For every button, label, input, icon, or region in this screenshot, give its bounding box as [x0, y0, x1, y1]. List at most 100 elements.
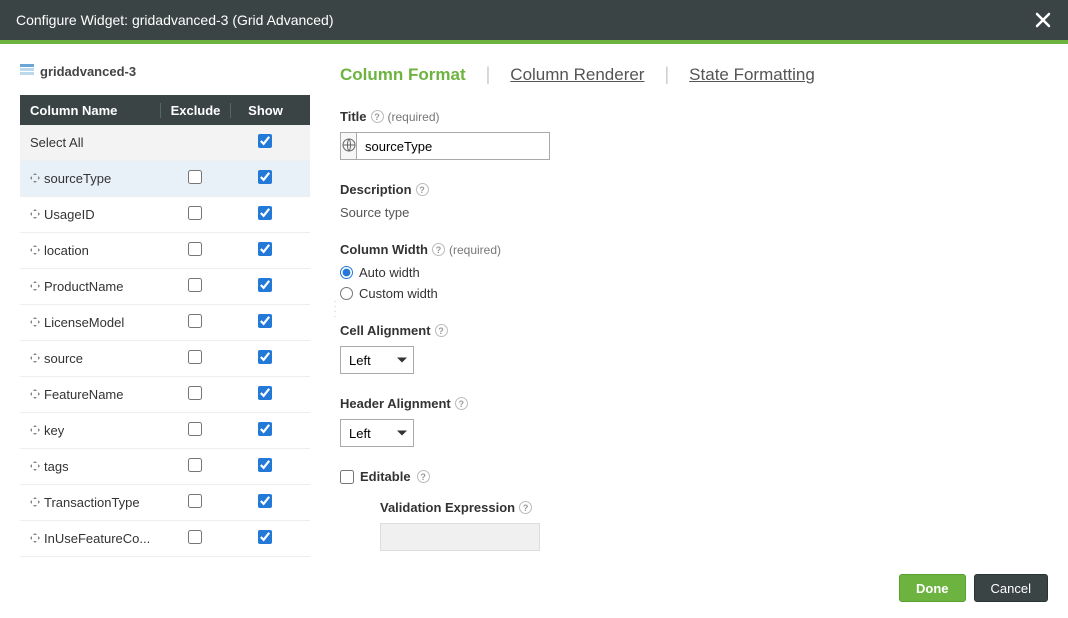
title-input[interactable]	[356, 132, 550, 160]
table-row[interactable]: source	[20, 341, 310, 377]
show-checkbox[interactable]	[258, 350, 272, 364]
help-icon[interactable]: ?	[455, 397, 468, 410]
show-checkbox[interactable]	[258, 206, 272, 220]
cancel-button[interactable]: Cancel	[974, 574, 1048, 602]
columns-header: Column Name Exclude Show	[20, 95, 310, 125]
exclude-checkbox[interactable]	[188, 206, 202, 220]
close-icon[interactable]	[1034, 11, 1052, 29]
column-name-text: ProductName	[44, 279, 123, 294]
help-icon[interactable]: ?	[417, 470, 430, 483]
radio-custom-width[interactable]: Custom width	[340, 286, 1030, 301]
show-checkbox[interactable]	[258, 458, 272, 472]
table-row[interactable]: ProductName	[20, 269, 310, 305]
exclude-checkbox[interactable]	[188, 458, 202, 472]
exclude-checkbox[interactable]	[188, 386, 202, 400]
field-cell-alignment: Cell Alignment ?	[340, 323, 1030, 374]
move-icon[interactable]	[30, 531, 40, 546]
format-pane: Column Format | Column Renderer | State …	[340, 64, 1048, 554]
column-name-text: InUseFeatureCo...	[44, 531, 150, 546]
exclude-checkbox[interactable]	[188, 494, 202, 508]
tab-separator: |	[664, 64, 669, 85]
widget-name-text: gridadvanced-3	[40, 64, 136, 79]
show-checkbox[interactable]	[258, 278, 272, 292]
exclude-checkbox[interactable]	[188, 242, 202, 256]
description-label: Description	[340, 182, 412, 197]
columns-table: Column Name Exclude Show Select All sourc…	[20, 95, 310, 557]
column-width-label: Column Width	[340, 242, 428, 257]
cell-alignment-label: Cell Alignment	[340, 323, 431, 338]
columns-body[interactable]: Select All sourceTypeUsageIDlocation Produ…	[20, 125, 310, 557]
move-icon[interactable]	[30, 315, 40, 330]
select-all-show-checkbox[interactable]	[258, 134, 272, 148]
tab-column-format[interactable]: Column Format	[340, 65, 466, 85]
move-icon[interactable]	[30, 279, 40, 294]
row-select-all[interactable]: Select All	[20, 125, 310, 161]
select-all-label: Select All	[30, 135, 83, 150]
move-icon[interactable]	[30, 207, 40, 222]
cell-alignment-select[interactable]	[340, 346, 414, 374]
help-icon[interactable]: ?	[519, 501, 532, 514]
show-checkbox[interactable]	[258, 422, 272, 436]
move-icon[interactable]	[30, 459, 40, 474]
radio-auto-width-label: Auto width	[359, 265, 420, 280]
table-row[interactable]: sourceType	[20, 161, 310, 197]
move-icon[interactable]	[30, 495, 40, 510]
form-scroll[interactable]: Title ? (required)	[340, 109, 1048, 554]
table-row[interactable]: location	[20, 233, 310, 269]
show-checkbox[interactable]	[258, 314, 272, 328]
tab-column-renderer[interactable]: Column Renderer	[510, 65, 644, 85]
field-header-alignment: Header Alignment ?	[340, 396, 1030, 447]
show-checkbox[interactable]	[258, 494, 272, 508]
exclude-checkbox[interactable]	[188, 278, 202, 292]
help-icon[interactable]: ?	[435, 324, 448, 337]
exclude-checkbox[interactable]	[188, 314, 202, 328]
radio-auto-width-input[interactable]	[340, 266, 353, 279]
table-row[interactable]: InUseFeatureCo...	[20, 521, 310, 557]
editable-checkbox[interactable]	[340, 470, 354, 484]
editable-label: Editable	[360, 469, 411, 484]
help-icon[interactable]: ?	[371, 110, 384, 123]
pane-splitter[interactable]: ····	[330, 64, 340, 554]
header-column-name[interactable]: Column Name	[20, 103, 160, 118]
localize-button[interactable]	[340, 132, 356, 160]
move-icon[interactable]	[30, 171, 40, 186]
dialog-body: gridadvanced-3 Column Name Exclude Show …	[0, 44, 1068, 564]
exclude-checkbox[interactable]	[188, 170, 202, 184]
field-title: Title ? (required)	[340, 109, 1030, 160]
tab-state-formatting[interactable]: State Formatting	[689, 65, 815, 85]
move-icon[interactable]	[30, 423, 40, 438]
exclude-checkbox[interactable]	[188, 350, 202, 364]
radio-auto-width[interactable]: Auto width	[340, 265, 1030, 280]
show-checkbox[interactable]	[258, 530, 272, 544]
editable-checkbox-row[interactable]: Editable ?	[340, 469, 1030, 484]
move-icon[interactable]	[30, 243, 40, 258]
show-checkbox[interactable]	[258, 170, 272, 184]
table-row[interactable]: FeatureName	[20, 377, 310, 413]
validation-expression-input	[380, 523, 540, 551]
header-alignment-label: Header Alignment	[340, 396, 451, 411]
table-row[interactable]: UsageID	[20, 197, 310, 233]
required-label: (required)	[388, 110, 440, 124]
table-row[interactable]: TransactionType	[20, 485, 310, 521]
table-row[interactable]: key	[20, 413, 310, 449]
move-icon[interactable]	[30, 387, 40, 402]
move-icon[interactable]	[30, 351, 40, 366]
column-name-text: LicenseModel	[44, 315, 124, 330]
dialog-title: Configure Widget: gridadvanced-3 (Grid A…	[16, 12, 334, 28]
help-icon[interactable]: ?	[416, 183, 429, 196]
help-icon[interactable]: ?	[432, 243, 445, 256]
header-alignment-select[interactable]	[340, 419, 414, 447]
table-row[interactable]: LicenseModel	[20, 305, 310, 341]
exclude-checkbox[interactable]	[188, 530, 202, 544]
column-name-text: FeatureName	[44, 387, 123, 402]
done-button[interactable]: Done	[899, 574, 966, 602]
tabs: Column Format | Column Renderer | State …	[340, 64, 1048, 85]
exclude-checkbox[interactable]	[188, 422, 202, 436]
validation-section: Validation Expression ?	[340, 500, 1030, 551]
table-row[interactable]: tags	[20, 449, 310, 485]
radio-custom-width-input[interactable]	[340, 287, 353, 300]
show-checkbox[interactable]	[258, 242, 272, 256]
header-show[interactable]: Show	[230, 103, 300, 118]
show-checkbox[interactable]	[258, 386, 272, 400]
header-exclude[interactable]: Exclude	[160, 103, 230, 118]
